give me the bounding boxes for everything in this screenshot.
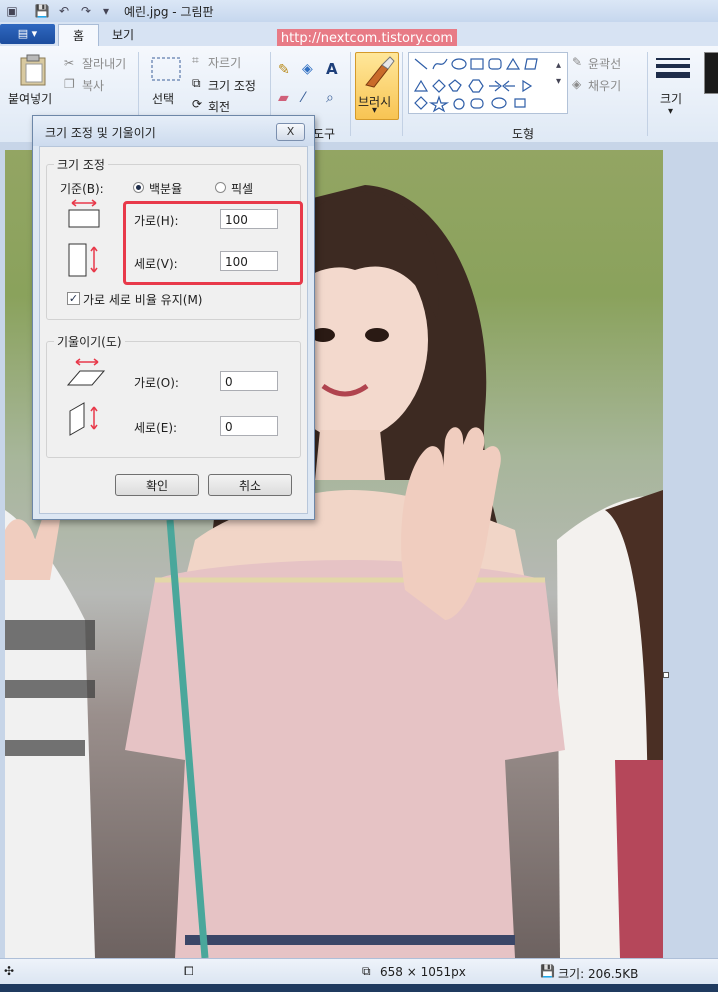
size-button[interactable]: 크기	[660, 90, 682, 107]
highlight-box	[123, 201, 303, 285]
undo-icon[interactable]: ↶	[56, 3, 72, 19]
keep-ratio-checkbox[interactable]: ✓	[67, 292, 80, 305]
horizontal-resize-icon	[68, 199, 100, 228]
keep-ratio-label[interactable]: 가로 세로 비율 유지(M)	[83, 291, 202, 308]
file-menu-button[interactable]: ▤ ▾	[0, 24, 55, 44]
skew-horizontal-label: 가로(O):	[134, 376, 179, 390]
pixel-label[interactable]: 픽셀	[231, 180, 253, 197]
skew-group-label: 기울이기(도)	[54, 333, 125, 350]
pencil-icon[interactable]: ✎	[278, 62, 290, 78]
fill-bucket-icon[interactable]: ◈	[302, 61, 313, 77]
shapes-gallery-scroll-icon[interactable]: ▾	[556, 76, 561, 87]
paint-app-icon: ▣	[6, 4, 18, 18]
window-title: 예린.jpg - 그림판	[124, 5, 214, 19]
redo-icon[interactable]: ↷	[78, 3, 94, 19]
color-picker-icon[interactable]: ⁄	[302, 90, 304, 106]
crop-button[interactable]: 자르기	[208, 54, 241, 71]
cut-icon[interactable]: ✂	[64, 56, 74, 70]
shapes-gallery[interactable]	[408, 52, 568, 114]
brush-icon	[365, 56, 395, 88]
cancel-button[interactable]: 취소	[208, 474, 292, 496]
file-size-icon: 💾	[540, 964, 555, 978]
dialog-title: 크기 조정 및 기울이기	[45, 126, 156, 140]
ok-button[interactable]: 확인	[115, 474, 199, 496]
fill-button[interactable]: 채우기	[588, 77, 621, 94]
select-icon[interactable]	[150, 56, 182, 82]
selection-size-icon: ⧠	[184, 964, 194, 978]
ribbon-divider	[350, 52, 351, 136]
rotate-icon[interactable]: ⟳	[192, 97, 202, 111]
vertical-skew-icon	[69, 402, 98, 436]
paste-icon[interactable]	[18, 54, 48, 86]
skew-horizontal-input[interactable]: 0	[220, 371, 278, 391]
cut-button[interactable]: 잘라내기	[82, 55, 126, 72]
file-size: 크기: 206.5KB	[558, 967, 639, 981]
brushes-dropdown-icon: ▾	[372, 105, 378, 116]
text-tool-icon[interactable]: A	[326, 60, 338, 78]
ribbon-divider	[402, 52, 403, 136]
tools-group-label: 도구	[313, 127, 336, 141]
tab-home[interactable]: 홈	[58, 24, 100, 47]
resize-button[interactable]: 크기 조정	[208, 77, 256, 94]
taskbar	[0, 984, 718, 992]
outline-icon[interactable]: ✎	[572, 55, 582, 69]
crop-icon[interactable]: ⌗	[192, 53, 199, 68]
image-dimensions: 658 × 1051px	[380, 965, 466, 979]
dialog-close-button[interactable]: X	[276, 123, 305, 141]
copy-button[interactable]: 복사	[82, 77, 104, 94]
quick-access-dropdown-icon[interactable]: ▾	[98, 3, 114, 19]
fill-icon[interactable]: ◈	[572, 77, 581, 91]
select-button[interactable]: 선택	[152, 90, 174, 107]
resize-group-label: 크기 조정	[54, 156, 108, 173]
title-bar: ▣ 💾 ↶ ↷ ▾ 예린.jpg - 그림판	[0, 0, 718, 23]
paste-button[interactable]: 붙여넣기	[8, 90, 52, 107]
magnifier-icon[interactable]: ⌕	[326, 90, 334, 106]
shapes-gallery-scroll-icon[interactable]: ▴	[556, 60, 561, 71]
shapes-icons	[413, 57, 538, 113]
percent-radio[interactable]	[133, 182, 144, 193]
resize-skew-dialog: 크기 조정 및 기울이기 X 크기 조정 기준(B): 백분율 픽셀 가로(H)…	[32, 115, 315, 520]
image-size-icon: ⧉	[362, 964, 371, 978]
vertical-resize-icon	[68, 243, 98, 277]
dialog-title-bar: 크기 조정 및 기울이기 X	[33, 116, 314, 146]
status-bar: ✣ ⧠ ⧉ 658 × 1051px 💾 크기: 206.5KB	[0, 958, 718, 985]
color1-swatch[interactable]	[704, 52, 718, 94]
ribbon-divider	[647, 52, 648, 136]
copy-icon[interactable]: ❐	[64, 77, 75, 91]
size-dropdown-icon[interactable]: ▾	[668, 106, 673, 117]
basis-label: 기준(B):	[60, 182, 104, 196]
canvas-resize-handle[interactable]	[663, 672, 669, 678]
outline-button[interactable]: 윤곽선	[588, 55, 621, 72]
tab-view[interactable]: 보기	[98, 24, 148, 46]
save-icon[interactable]: 💾	[34, 3, 50, 19]
horizontal-skew-icon	[66, 358, 106, 386]
size-icon[interactable]	[656, 56, 690, 82]
shapes-group-label: 도형	[512, 127, 535, 141]
skew-vertical-label: 세로(E):	[134, 421, 178, 435]
brushes-button[interactable]: 브러시 ▾	[355, 52, 399, 120]
eraser-icon[interactable]: ▰	[278, 90, 289, 106]
percent-label[interactable]: 백분율	[149, 180, 182, 197]
cursor-position-icon: ✣	[4, 964, 15, 978]
resize-icon[interactable]: ⧉	[192, 76, 201, 91]
pixel-radio[interactable]	[215, 182, 226, 193]
rotate-button[interactable]: 회전	[208, 98, 230, 115]
skew-vertical-input[interactable]: 0	[220, 416, 278, 436]
